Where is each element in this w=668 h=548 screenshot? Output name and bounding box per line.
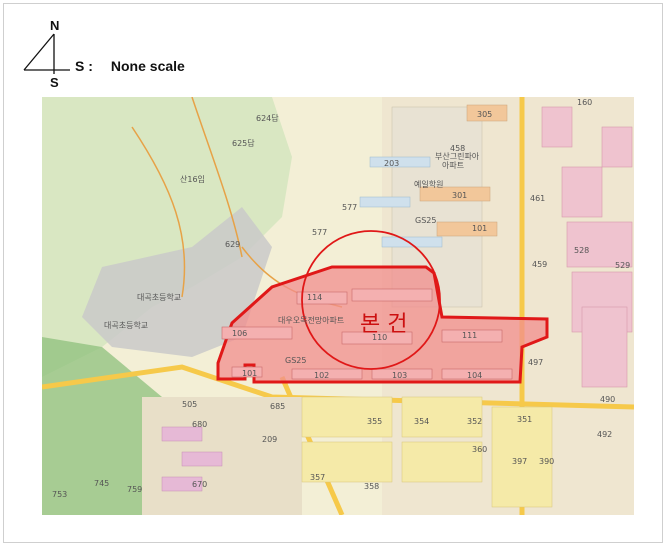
lot-355: 355 <box>367 417 382 426</box>
lot-759: 759 <box>127 485 142 494</box>
lot-497: 497 <box>528 358 543 367</box>
lot-616: 산16임 <box>180 174 205 184</box>
school2-label: 대곡초등학교 <box>104 320 148 330</box>
scale-note: S : None scale <box>75 58 185 74</box>
lot-390: 390 <box>539 457 554 466</box>
lot-624: 624답 <box>256 113 279 123</box>
lot-625: 625답 <box>232 138 255 148</box>
bunji-577-label: 577 <box>342 203 357 212</box>
north-arrow: N S <box>20 18 75 93</box>
lot-528: 528 <box>574 246 589 255</box>
lot-577: 577 <box>312 228 327 237</box>
map-canvas: 본 건 160 305 458 부산그린파아 아파트 203 예일학원 301 … <box>42 97 634 515</box>
yeil-label: 예일학원 <box>414 179 443 189</box>
lot-360: 360 <box>472 445 487 454</box>
bldg-102: 102 <box>314 371 329 380</box>
scale-text: None scale <box>110 58 185 74</box>
north-arrow-icon <box>23 33 70 74</box>
lot-461: 461 <box>530 194 545 203</box>
lot-209: 209 <box>262 435 277 444</box>
lot-629: 629 <box>225 240 240 249</box>
lot-301: 301 <box>452 191 467 200</box>
lot-670: 670 <box>192 480 207 489</box>
lot-358: 358 <box>364 482 379 491</box>
location-map: 본 건 160 305 458 부산그린파아 아파트 203 예일학원 301 … <box>42 97 634 515</box>
lot-492: 492 <box>597 430 612 439</box>
bldg-114: 114 <box>307 293 322 302</box>
lot-352: 352 <box>467 417 482 426</box>
lot-505: 505 <box>182 400 197 409</box>
lot-351: 351 <box>517 415 532 424</box>
lot-685: 685 <box>270 402 285 411</box>
gs25-mid-label: GS25 <box>285 356 306 365</box>
lot-490: 490 <box>600 395 615 404</box>
lot-680: 680 <box>192 420 207 429</box>
lot-529: 529 <box>615 261 630 270</box>
bldg-106: 106 <box>232 329 247 338</box>
school-label: 대곡초등학교 <box>137 292 181 302</box>
lot-745: 745 <box>94 479 109 488</box>
daemo-apt-label: 대우오목전망아파트 <box>278 315 344 325</box>
lot-101: 101 <box>472 224 487 233</box>
lot-753: 753 <box>52 490 67 499</box>
gs25-top-label: GS25 <box>415 216 436 225</box>
apt-green-label: 아파트 <box>442 160 464 170</box>
scale-prefix: S : <box>75 58 93 74</box>
lot-160: 160 <box>577 98 592 107</box>
bldg-110: 110 <box>372 333 387 342</box>
lot-354: 354 <box>414 417 429 426</box>
south-label: S <box>50 75 59 90</box>
bldg-101: 101 <box>242 369 257 378</box>
bldg-104: 104 <box>467 371 482 380</box>
bldg-111: 111 <box>462 331 477 340</box>
bldg-103: 103 <box>392 371 407 380</box>
lot-397: 397 <box>512 457 527 466</box>
lot-305: 305 <box>477 110 492 119</box>
busan-green-label: 부산그린파아 <box>435 151 480 161</box>
lot-357: 357 <box>310 473 325 482</box>
lot-203: 203 <box>384 159 399 168</box>
lot-459: 459 <box>532 260 547 269</box>
